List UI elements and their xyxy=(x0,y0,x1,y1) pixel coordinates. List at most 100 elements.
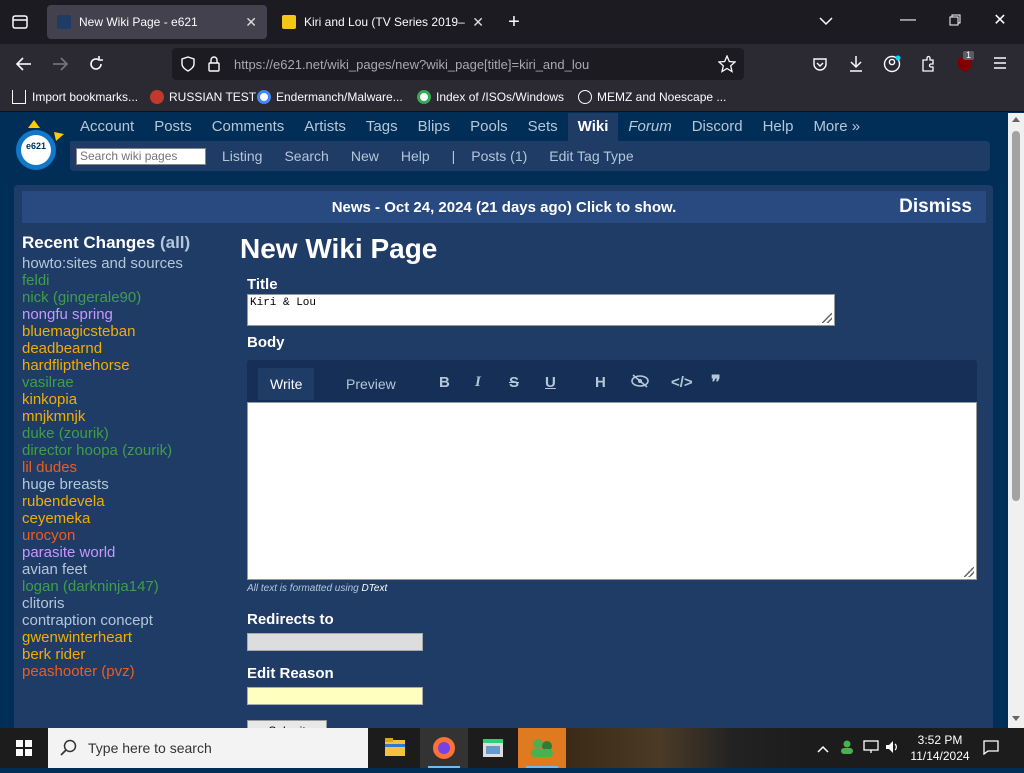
recent-change-link[interactable]: ceyemeka xyxy=(22,510,232,527)
app-window[interactable] xyxy=(469,728,517,768)
scroll-thumb[interactable] xyxy=(1012,131,1020,501)
body-textarea[interactable] xyxy=(247,402,977,580)
subnav-listing[interactable]: Listing xyxy=(222,148,262,164)
shield-icon[interactable] xyxy=(180,56,196,77)
subnav-new[interactable]: New xyxy=(351,148,379,164)
reload-icon[interactable] xyxy=(86,55,106,77)
write-tab[interactable]: Write xyxy=(258,368,315,400)
bookmark-endermanch[interactable]: Endermanch/Malware... xyxy=(257,90,403,104)
close-tab-icon[interactable]: ✕ xyxy=(245,14,257,31)
maximize-icon[interactable] xyxy=(945,14,965,30)
recent-change-link[interactable]: bluemagicsteban xyxy=(22,323,232,340)
download-icon[interactable] xyxy=(846,55,866,77)
recent-change-link[interactable]: rubendevela xyxy=(22,493,232,510)
recent-change-link[interactable]: contraption concept xyxy=(22,612,232,629)
recent-change-link[interactable]: feldi xyxy=(22,272,232,289)
submit-button[interactable]: Submit xyxy=(247,720,327,728)
recent-change-link[interactable]: parasite world xyxy=(22,544,232,561)
nav-account[interactable]: Account xyxy=(70,113,144,141)
ublock-icon[interactable]: 1 xyxy=(954,51,976,76)
code-icon[interactable]: </> xyxy=(671,374,693,391)
heading-icon[interactable]: H xyxy=(595,374,606,391)
tab-list-icon[interactable] xyxy=(10,13,30,31)
recent-change-link[interactable]: clitoris xyxy=(22,595,232,612)
dtext-link[interactable]: DText xyxy=(362,583,388,594)
recent-change-link[interactable]: kinkopia xyxy=(22,391,232,408)
recent-change-link[interactable]: howto:sites and sources xyxy=(22,255,232,272)
recent-change-link[interactable]: duke (zourik) xyxy=(22,425,232,442)
recent-change-link[interactable]: urocyon xyxy=(22,527,232,544)
tab-new-wiki-page[interactable]: New Wiki Page - e621 ✕ xyxy=(47,5,267,39)
chat-app[interactable] xyxy=(518,728,566,768)
recent-change-link[interactable]: avian feet xyxy=(22,561,232,578)
firefox-app[interactable] xyxy=(420,728,468,768)
bookmark-index-isos[interactable]: Index of /ISOs/Windows xyxy=(417,90,564,104)
italic-icon[interactable]: I xyxy=(475,374,481,391)
close-tab-icon[interactable]: ✕ xyxy=(472,14,484,31)
recent-change-link[interactable]: nick (gingerale90) xyxy=(22,289,232,306)
news-text[interactable]: News - Oct 24, 2024 (21 days ago) Click … xyxy=(22,199,986,216)
tab-kiri-and-lou[interactable]: Kiri and Lou (TV Series 2019– ) - ✕ xyxy=(272,5,494,39)
underline-icon[interactable]: U xyxy=(545,374,556,391)
recent-change-link[interactable]: director hoopa (zourik) xyxy=(22,442,232,459)
recent-change-link[interactable]: berk rider xyxy=(22,646,232,663)
bookmark-star-icon[interactable] xyxy=(717,54,737,78)
close-window-icon[interactable]: ✕ xyxy=(990,13,1010,29)
lock-icon[interactable] xyxy=(207,56,221,77)
subnav-help[interactable]: Help xyxy=(401,148,430,164)
page-scrollbar[interactable] xyxy=(1008,113,1024,728)
recent-change-link[interactable]: mnjkmnjk xyxy=(22,408,232,425)
tray-people-icon[interactable] xyxy=(838,739,856,759)
preview-tab[interactable]: Preview xyxy=(334,368,408,400)
nav-blips[interactable]: Blips xyxy=(408,113,461,141)
pocket-icon[interactable] xyxy=(810,56,830,76)
extensions-icon[interactable] xyxy=(918,55,938,77)
quote-icon[interactable]: ❞ xyxy=(711,372,721,393)
recent-change-link[interactable]: nongfu spring xyxy=(22,306,232,323)
recent-change-link[interactable]: vasilrae xyxy=(22,374,232,391)
nav-pools[interactable]: Pools xyxy=(460,113,518,141)
subnav-posts[interactable]: Posts (1) xyxy=(471,148,527,164)
bookmark-memz[interactable]: MEMZ and Noescape ... xyxy=(578,90,726,104)
nav-tags[interactable]: Tags xyxy=(356,113,408,141)
tray-chevron-up-icon[interactable] xyxy=(816,741,830,757)
nav-sets[interactable]: Sets xyxy=(518,113,568,141)
recent-change-link[interactable]: huge breasts xyxy=(22,476,232,493)
volume-icon[interactable] xyxy=(884,740,902,758)
subnav-edit-tag-type[interactable]: Edit Tag Type xyxy=(549,148,633,164)
nav-comments[interactable]: Comments xyxy=(202,113,295,141)
new-tab-icon[interactable]: + xyxy=(504,12,524,32)
file-explorer-app[interactable] xyxy=(371,728,419,768)
scroll-up-icon[interactable] xyxy=(1012,117,1020,122)
nav-posts[interactable]: Posts xyxy=(144,113,202,141)
resize-grip-icon[interactable] xyxy=(822,313,832,323)
bookmark-russian-test[interactable]: RUSSIAN TEST xyxy=(150,90,256,104)
network-icon[interactable] xyxy=(862,740,880,758)
nav-wiki[interactable]: Wiki xyxy=(567,113,619,141)
redirects-input[interactable] xyxy=(247,633,423,651)
wiki-search-input[interactable] xyxy=(76,147,206,165)
nav-help[interactable]: Help xyxy=(753,113,804,141)
subnav-search[interactable]: Search xyxy=(284,148,328,164)
nav-forum[interactable]: Forum xyxy=(618,113,681,141)
url-bar[interactable]: https://e621.net/wiki_pages/new?wiki_pag… xyxy=(172,48,744,80)
strikethrough-icon[interactable]: S xyxy=(509,374,519,391)
resize-grip-icon[interactable] xyxy=(964,567,974,577)
e621-logo[interactable]: e621 xyxy=(14,119,66,175)
recent-changes-all-link[interactable]: (all) xyxy=(160,233,190,252)
scroll-down-icon[interactable] xyxy=(1012,716,1020,721)
nav-more[interactable]: More » xyxy=(803,113,870,141)
bookmark-import[interactable]: Import bookmarks... xyxy=(12,90,138,104)
start-button[interactable] xyxy=(0,728,48,768)
menu-icon[interactable] xyxy=(990,55,1010,75)
forward-icon[interactable] xyxy=(50,55,70,77)
recent-change-link[interactable]: logan (darkninja147) xyxy=(22,578,232,595)
recent-change-link[interactable]: lil dudes xyxy=(22,459,232,476)
taskbar-search[interactable]: Type here to search xyxy=(48,728,368,768)
edit-reason-input[interactable] xyxy=(247,687,423,705)
recent-change-link[interactable]: deadbearnd xyxy=(22,340,232,357)
recent-change-link[interactable]: hardflipthehorse xyxy=(22,357,232,374)
news-banner[interactable]: News - Oct 24, 2024 (21 days ago) Click … xyxy=(22,191,986,223)
recent-change-link[interactable]: peashooter (pvz) xyxy=(22,663,232,680)
nav-artists[interactable]: Artists xyxy=(294,113,356,141)
